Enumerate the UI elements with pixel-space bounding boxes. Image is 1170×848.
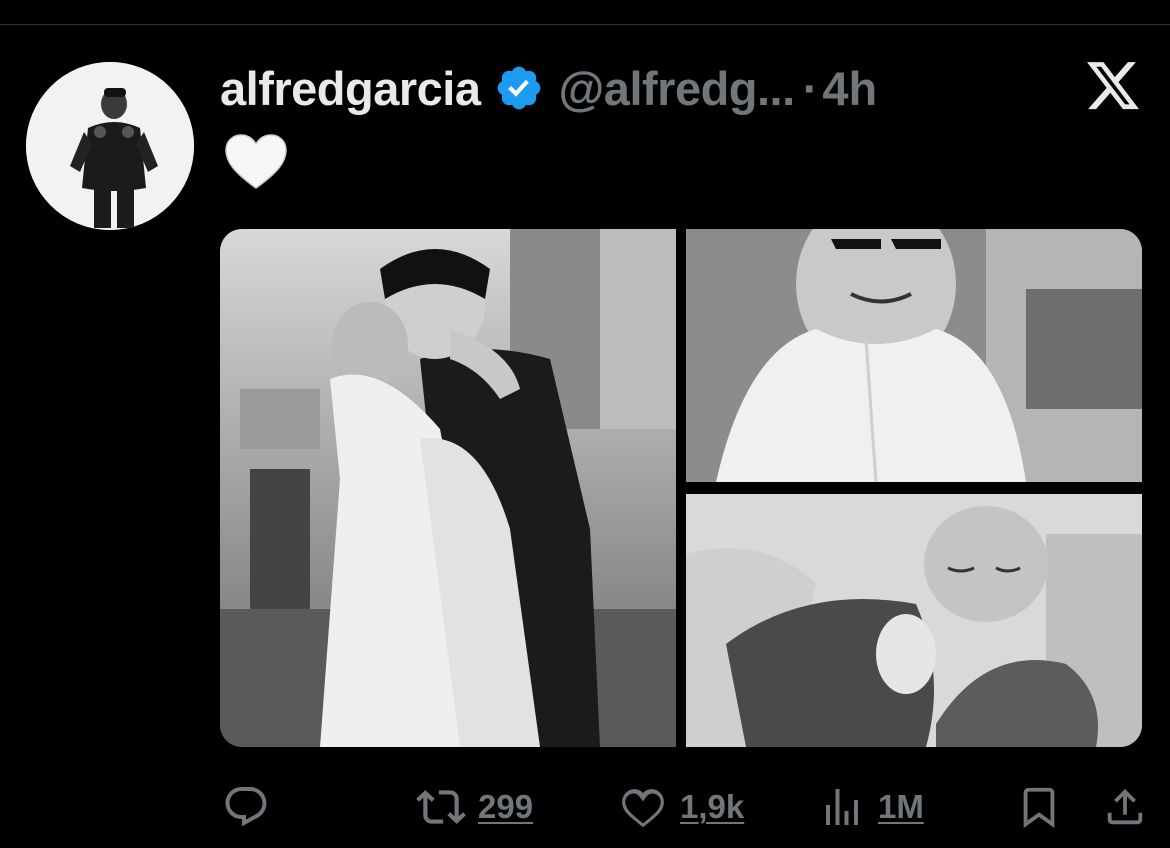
views-count: 1M: [878, 788, 924, 825]
divider: [0, 24, 1170, 25]
reply-icon: [225, 787, 267, 827]
timestamp[interactable]: 4h: [822, 61, 877, 116]
bookmark-icon: [1023, 787, 1055, 828]
retweet-button[interactable]: 299: [416, 780, 533, 834]
tweet-header: alfredgarcia @alfredg... · 4h: [220, 58, 877, 118]
display-name[interactable]: alfredgarcia: [220, 61, 481, 116]
handle[interactable]: @alfredg...: [558, 61, 795, 116]
views-icon: [826, 789, 858, 825]
retweet-count: 299: [478, 788, 534, 825]
share-button[interactable]: [1102, 780, 1148, 834]
media-grid: [220, 229, 1142, 747]
avatar[interactable]: [26, 62, 194, 230]
tweet-card: alfredgarcia @alfredg... · 4h 299 1,9k 1…: [0, 0, 1170, 848]
retweet-icon: [416, 790, 466, 824]
action-bar: 299 1,9k 1M: [0, 780, 1170, 834]
bookmark-button[interactable]: [1016, 780, 1062, 834]
avatar-image: [26, 62, 194, 230]
views-button[interactable]: 1M: [818, 780, 924, 834]
separator-dot: ·: [802, 61, 819, 115]
wedding-embrace-photo[interactable]: [220, 229, 676, 747]
reply-button[interactable]: [222, 780, 282, 834]
like-button[interactable]: 1,9k: [618, 780, 744, 834]
like-icon: [622, 789, 664, 828]
x-logo-icon: [1087, 62, 1139, 110]
like-count: 1,9k: [680, 788, 745, 825]
verified-badge-icon: [494, 63, 544, 113]
white-heart-icon: [224, 132, 288, 192]
sleeping-newborn-photo[interactable]: [686, 494, 1142, 747]
smiling-woman-photo[interactable]: [686, 229, 1142, 482]
share-icon: [1107, 788, 1143, 825]
